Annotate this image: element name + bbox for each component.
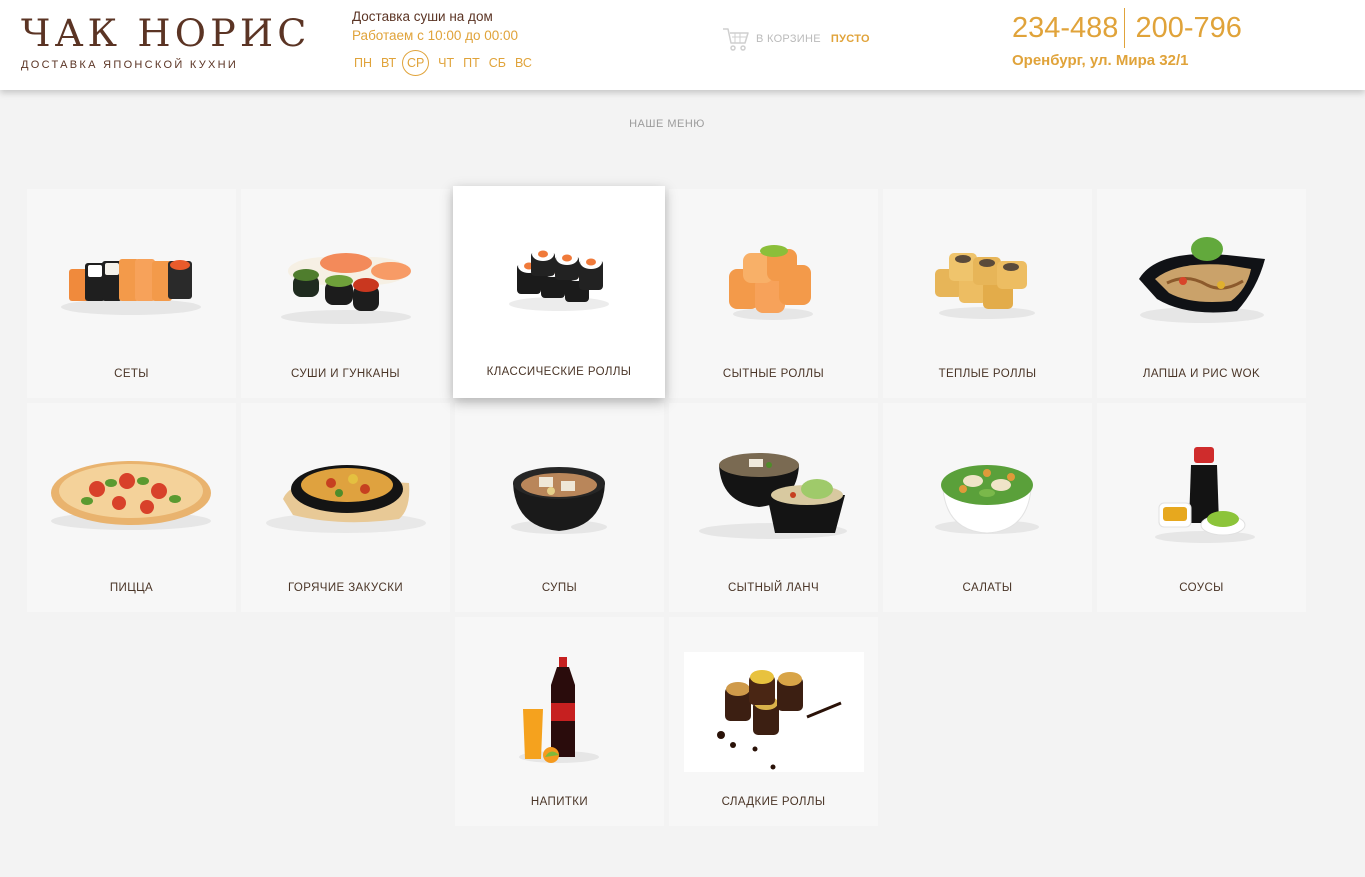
logo-subtitle: ДОСТАВКА ЯПОНСКОЙ КУХНИ: [21, 59, 239, 71]
phone-2[interactable]: 200-796: [1135, 8, 1241, 48]
phone-divider: [1124, 8, 1126, 48]
delivery-title: Доставка суши на дом: [352, 9, 493, 24]
day-sat: СБ: [488, 56, 506, 70]
day-wed-current: СР: [402, 50, 430, 76]
contacts: 234-488 200-796 Оренбург, ул. Мира 32/1: [1012, 8, 1242, 69]
menu-card-label: ТЕПЛЫЕ РОЛЛЫ: [938, 368, 1037, 380]
menu-card-label: СЫТНЫЙ ЛАНЧ: [727, 582, 820, 594]
day-mon: ПН: [354, 56, 373, 70]
menu-card-lunch[interactable]: СЫТНЫЙ ЛАНЧ: [669, 403, 878, 612]
menu-card-label: ГОРЯЧИЕ ЗАКУСКИ: [287, 582, 404, 594]
day-sun: ВС: [514, 56, 532, 70]
menu-card-salads[interactable]: САЛАТЫ: [883, 403, 1092, 612]
menu-card-label: ПИЦЦА: [109, 582, 154, 594]
week-days: ПН ВТ СР ЧТ ПТ СБ ВС: [354, 50, 541, 76]
menu-card-label: СЕТЫ: [114, 368, 149, 380]
menu-card-hot-appetizers[interactable]: ГОРЯЧИЕ ЗАКУСКИ: [241, 403, 450, 612]
address: Оренбург, ул. Мира 32/1: [1012, 52, 1189, 69]
salads-image: [883, 403, 1092, 573]
wok-image: [1097, 189, 1306, 359]
sushi-gunkans-image: [241, 189, 450, 359]
site-header: ЧАК НОРИС ДОСТАВКА ЯПОНСКОЙ КУХНИ Достав…: [0, 0, 1365, 90]
drinks-image: [455, 617, 664, 787]
hearty-rolls-image: [669, 189, 878, 359]
warm-rolls-image: [883, 189, 1092, 359]
menu-card-label: СЛАДКИЕ РОЛЛЫ: [721, 796, 826, 808]
phone-numbers: 234-488 200-796: [1012, 8, 1242, 48]
hot-appetizers-image: [241, 403, 450, 573]
menu-card-label: СОУСЫ: [1179, 582, 1224, 594]
delivery-info: Доставка суши на дом Работаем с 10:00 до…: [352, 8, 541, 76]
pizza-image: [27, 403, 236, 573]
cart-icon: [723, 28, 749, 51]
cart-widget[interactable]: В КОРЗИНЕ ПУСТО: [722, 26, 870, 52]
menu-card-drinks[interactable]: НАПИТКИ: [455, 617, 664, 826]
menu-card-sweet-rolls[interactable]: СЛАДКИЕ РОЛЛЫ: [669, 617, 878, 826]
menu-card-warm-rolls[interactable]: ТЕПЛЫЕ РОЛЛЫ: [883, 189, 1092, 398]
sets-image: [27, 189, 236, 359]
menu-card-soups[interactable]: СУПЫ: [455, 403, 664, 612]
menu-card-label: ЛАПША И РИС WOK: [1142, 368, 1261, 380]
sweet-rolls-image: [669, 617, 878, 787]
menu-card-pizza[interactable]: ПИЦЦА: [27, 403, 236, 612]
menu-card-wok[interactable]: ЛАПША И РИС WOK: [1097, 189, 1306, 398]
menu-card-sauces[interactable]: СОУСЫ: [1097, 403, 1306, 612]
menu-card-hearty-rolls[interactable]: СЫТНЫЕ РОЛЛЫ: [669, 189, 878, 398]
cart-status: ПУСТО: [830, 33, 870, 45]
menu-card-label: СУПЫ: [541, 582, 578, 594]
menu-card-sushi-gunkans[interactable]: СУШИ И ГУНКАНЫ: [241, 189, 450, 398]
sauces-image: [1097, 403, 1306, 573]
day-tue: ВТ: [381, 56, 397, 70]
classic-rolls-image: [453, 186, 665, 356]
menu-card-label: СУШИ И ГУНКАНЫ: [291, 368, 400, 380]
phone-1[interactable]: 234-488: [1012, 8, 1118, 48]
lunch-image: [669, 403, 878, 573]
logo-title: ЧАК НОРИС: [21, 12, 311, 55]
menu-card-sets[interactable]: СЕТЫ: [27, 189, 236, 398]
menu-card-label: СЫТНЫЕ РОЛЛЫ: [722, 368, 825, 380]
menu-section-title: НАШЕ МЕНЮ: [629, 118, 705, 130]
menu-card-label: НАПИТКИ: [530, 796, 589, 808]
day-fri: ПТ: [463, 56, 480, 70]
logo[interactable]: ЧАК НОРИС ДОСТАВКА ЯПОНСКОЙ КУХНИ: [21, 14, 306, 72]
working-hours: Работаем с 10:00 до 00:00: [352, 28, 519, 43]
menu-card-label: КЛАССИЧЕСКИЕ РОЛЛЫ: [486, 366, 632, 378]
menu-card-label: САЛАТЫ: [962, 582, 1013, 594]
cart-label: В КОРЗИНЕ: [756, 33, 821, 45]
soups-image: [455, 403, 664, 573]
menu-card-classic-rolls[interactable]: КЛАССИЧЕСКИЕ РОЛЛЫ: [453, 186, 665, 398]
day-thu: ЧТ: [438, 56, 455, 70]
